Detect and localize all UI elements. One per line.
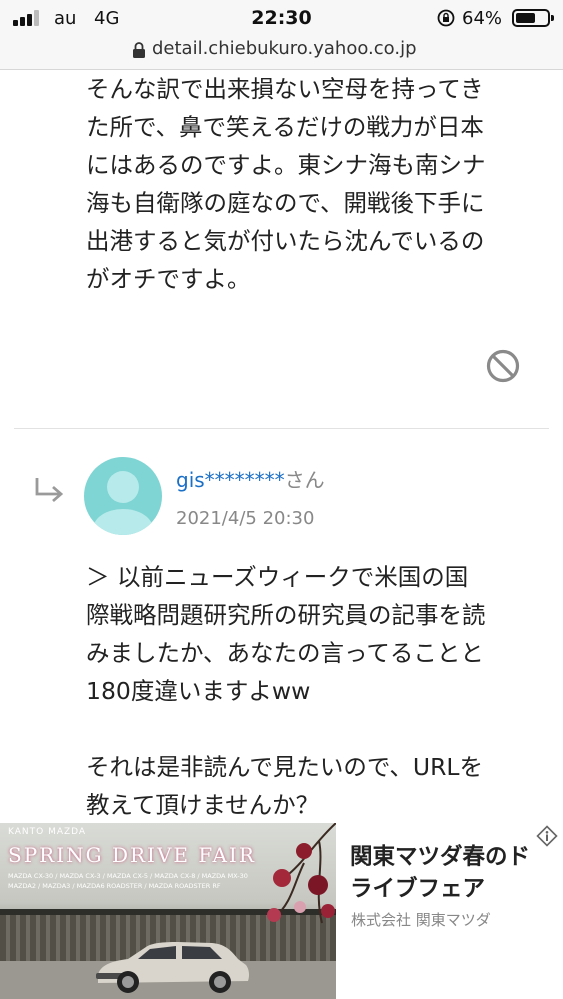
- post-date: 2021/4/5 20:30: [176, 508, 315, 529]
- text-line: がオチですよ。: [86, 265, 251, 293]
- previous-answer-text: そんな訳で出来損ない空母を持ってき た所で、鼻で笑えるだけの戦力が日本 にはある…: [86, 70, 546, 298]
- user-name-link[interactable]: gis********: [176, 468, 285, 492]
- text-line: にはあるのですよ。東シナ海も南シナ: [86, 151, 486, 179]
- ad-image-title: SPRING DRIVE FAIR: [8, 843, 256, 867]
- ad-image[interactable]: KANTO MAZDA SPRING DRIVE FAIR MAZDA CX-3…: [0, 823, 336, 999]
- battery-percent: 64%: [462, 8, 503, 29]
- ad-image-subtitle: KANTO MAZDA: [8, 827, 87, 837]
- avatar[interactable]: [84, 457, 162, 535]
- honorific: さん: [284, 468, 325, 492]
- ad-sponsor: 株式会社 関東マツダ: [351, 911, 491, 929]
- reply-arrow-icon: [35, 478, 64, 503]
- text-line: 教えて頂けませんか？: [86, 791, 320, 819]
- text-line: それは是非読んで見たいので、URLを: [86, 753, 484, 781]
- text-line: た所で、鼻で笑えるだけの戦力が日本: [86, 113, 484, 141]
- rotation-lock-icon: [437, 9, 455, 27]
- ad-image-models: MAZDA CX-30 / MAZDA CX-3 / MAZDA CX-5 / …: [8, 872, 248, 890]
- text-line: 海も自衛隊の庭なので、開戦後下手に: [86, 189, 485, 217]
- battery-icon: [512, 9, 554, 27]
- text-line: みましたか、あなたの言ってることと: [86, 639, 484, 667]
- text-line: [86, 710, 546, 748]
- report-prohibit-icon[interactable]: [486, 349, 520, 383]
- info-icon[interactable]: [536, 825, 558, 847]
- text-line: 180度違いますよww: [86, 677, 311, 705]
- cherry-blossom-graphic: [267, 823, 336, 924]
- divider: [14, 428, 549, 429]
- url-text[interactable]: detail.chiebukuro.yahoo.co.jp: [152, 38, 417, 59]
- address-bar[interactable]: detail.chiebukuro.yahoo.co.jp: [0, 36, 563, 70]
- text-line: 出港すると気が付いたら沈んでいるの: [86, 227, 485, 255]
- text-line: そんな訳で出来損ない空母を持ってき: [86, 75, 484, 103]
- lock-icon: [133, 42, 145, 58]
- text-line: ＞ 以前ニューズウィークで米国の国: [86, 563, 469, 591]
- reply-text: ＞ 以前ニューズウィークで米国の国 際戦略問題研究所の研究員の記事を読 みました…: [86, 558, 546, 824]
- ad-banner[interactable]: KANTO MAZDA SPRING DRIVE FAIR MAZDA CX-3…: [0, 823, 563, 999]
- ad-title[interactable]: 関東マツダ春のドライブフェア: [350, 841, 546, 905]
- car-graphic: [96, 942, 250, 993]
- reply-author[interactable]: gis********さん: [176, 464, 325, 493]
- status-bar: au 4G 22:30 64%: [0, 0, 563, 36]
- text-line: 際戦略問題研究所の研究員の記事を読: [86, 601, 486, 629]
